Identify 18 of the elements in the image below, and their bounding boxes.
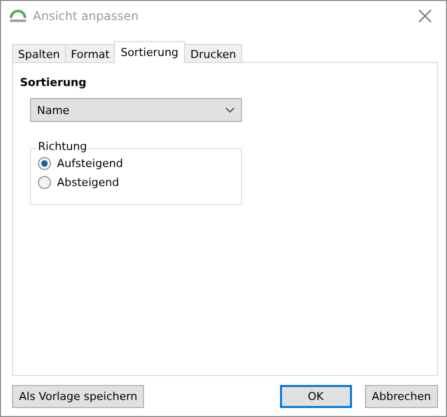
tab[interactable]: Drucken (184, 44, 242, 63)
radio-option[interactable]: Aufsteigend (38, 157, 123, 170)
sort-dropdown[interactable]: Name (30, 98, 242, 122)
tab[interactable]: Format (64, 44, 116, 63)
close-button[interactable] (418, 9, 432, 23)
chevron-down-icon (225, 107, 235, 113)
window-title: Ansicht anpassen (33, 9, 140, 23)
group-title: Richtung (37, 140, 88, 153)
radio-icon[interactable] (38, 157, 51, 170)
app-logo-icon (9, 9, 27, 23)
radio-option[interactable]: Absteigend (38, 176, 120, 189)
dialog-button[interactable]: Als Vorlage speichern (12, 385, 144, 408)
dialog-button[interactable]: OK (280, 385, 352, 408)
dialog-button[interactable]: Abbrechen (364, 385, 438, 408)
tab[interactable]: Spalten (12, 44, 66, 63)
section-title: Sortierung (20, 76, 88, 89)
radio-icon[interactable] (38, 176, 51, 189)
tab[interactable]: Sortierung (114, 41, 186, 63)
